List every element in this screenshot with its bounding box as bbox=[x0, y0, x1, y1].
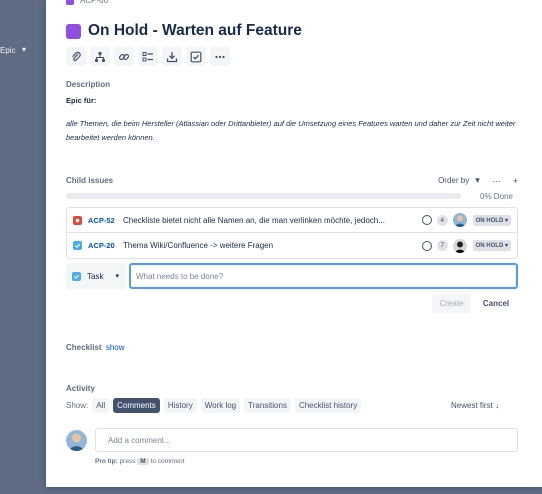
bug-icon bbox=[73, 215, 82, 225]
status-label: ON HOLD bbox=[475, 217, 504, 224]
checklist-template-button[interactable] bbox=[138, 47, 158, 66]
status-badge[interactable]: ON HOLD ▾ bbox=[472, 240, 511, 251]
export-button[interactable] bbox=[162, 47, 182, 66]
checklist-section: Checklist show bbox=[66, 343, 125, 352]
child-issues-header: Child issues Order by ▾ ··· + bbox=[66, 175, 518, 186]
issue-toolbar bbox=[66, 47, 230, 66]
avatar[interactable] bbox=[452, 238, 467, 253]
chevron-down-icon[interactable]: ▾ bbox=[475, 175, 480, 186]
estimate-badge: 7 bbox=[436, 240, 448, 251]
table-row[interactable]: ACP-52 Checkliste bietet nicht alle Name… bbox=[67, 208, 517, 233]
breadcrumb: ACP-60 bbox=[66, 0, 108, 5]
description-heading[interactable]: Epic für: bbox=[66, 96, 96, 105]
chevron-down-icon[interactable]: ▾ bbox=[22, 45, 26, 54]
add-child-issue-button[interactable] bbox=[90, 47, 110, 66]
avatar[interactable] bbox=[452, 213, 467, 227]
issue-summary[interactable]: Checkliste bietet nicht alle Namen an, d… bbox=[123, 216, 422, 225]
create-button[interactable]: Create bbox=[432, 294, 471, 313]
protip-suffix: to comment bbox=[150, 458, 185, 465]
attach-icon bbox=[72, 51, 81, 61]
activity-label: Activity bbox=[66, 384, 95, 393]
activity-filter-bar: Show: All Comments History Work log Tran… bbox=[66, 398, 362, 413]
description-label: Description bbox=[66, 80, 111, 89]
page-title[interactable]: On Hold - Warten auf Feature bbox=[88, 22, 302, 40]
issue-key-link[interactable]: ACP-52 bbox=[88, 216, 123, 225]
checklist-template-icon bbox=[142, 51, 153, 61]
attach-button[interactable] bbox=[66, 47, 86, 66]
priority-icon bbox=[421, 215, 432, 225]
new-child-summary-input[interactable] bbox=[129, 263, 518, 289]
create-child-row: Task ▾ bbox=[66, 263, 518, 289]
order-by-button[interactable]: Order by bbox=[438, 176, 469, 185]
status-label: ON HOLD bbox=[475, 243, 504, 249]
child-issue-icon bbox=[94, 51, 106, 62]
issue-type-select[interactable]: Task ▾ bbox=[66, 263, 126, 289]
epic-type-icon bbox=[66, 0, 74, 5]
issue-key-link[interactable]: ACP-20 bbox=[88, 241, 123, 250]
pro-tip: Pro tip: press M to comment bbox=[95, 458, 184, 465]
add-comment-input[interactable]: Add a comment... bbox=[95, 428, 518, 452]
checklist-button[interactable] bbox=[186, 47, 206, 66]
show-label: Show: bbox=[66, 401, 89, 410]
protip-prefix: Pro tip: bbox=[95, 458, 118, 465]
epic-dropdown-label[interactable]: Epic bbox=[0, 46, 16, 55]
issue-title-row: On Hold - Warten auf Feature bbox=[66, 22, 302, 40]
issue-type-label: Task bbox=[87, 271, 104, 281]
checklist-label: Checklist bbox=[66, 343, 102, 352]
keyboard-shortcut-badge: M bbox=[137, 458, 149, 465]
link-icon bbox=[118, 53, 130, 60]
issue-key-link[interactable]: ACP-60 bbox=[80, 0, 108, 5]
progress-bar bbox=[66, 193, 461, 199]
task-icon bbox=[73, 241, 82, 250]
epic-icon bbox=[66, 23, 81, 39]
cancel-button[interactable]: Cancel bbox=[476, 294, 516, 313]
more-icon bbox=[215, 55, 225, 58]
child-issues-label: Child issues bbox=[66, 176, 114, 185]
more-actions-button[interactable] bbox=[210, 47, 230, 66]
issue-dialog: ACP-60 On Hold - Warten auf Feature Desc… bbox=[46, 0, 542, 487]
download-icon bbox=[166, 51, 178, 62]
estimate-badge: 4 bbox=[436, 214, 448, 226]
table-row[interactable]: ACP-20 Thema Wiki/Confluence -> weitere … bbox=[67, 233, 517, 258]
child-issue-list: ACP-52 Checkliste bietet nicht alle Name… bbox=[66, 207, 518, 259]
status-badge[interactable]: ON HOLD ▾ bbox=[472, 214, 511, 226]
filter-transitions[interactable]: Transitions bbox=[244, 398, 291, 413]
protip-press: press bbox=[119, 458, 136, 465]
issue-summary[interactable]: Thema Wiki/Confluence -> weitere Fragen bbox=[123, 241, 422, 250]
filter-all[interactable]: All bbox=[92, 398, 110, 413]
filter-history[interactable]: History bbox=[163, 398, 197, 413]
sort-order-button[interactable]: Newest first ↓ bbox=[451, 401, 499, 410]
add-icon[interactable]: + bbox=[513, 176, 518, 186]
avatar bbox=[66, 430, 87, 451]
chevron-down-icon: ▾ bbox=[504, 217, 508, 224]
link-issue-button[interactable] bbox=[114, 47, 134, 66]
description-text[interactable]: alle Themen, die beim Hersteller (Atlass… bbox=[66, 117, 516, 145]
chevron-down-icon: ▾ bbox=[504, 243, 508, 249]
filter-work-log[interactable]: Work log bbox=[200, 398, 241, 413]
chevron-down-icon: ▾ bbox=[115, 273, 119, 280]
checklist-show-link[interactable]: show bbox=[106, 343, 125, 352]
progress-text: 0% Done bbox=[480, 192, 513, 201]
more-icon[interactable]: ··· bbox=[492, 176, 501, 186]
filter-checklist-history[interactable]: Checklist history bbox=[294, 398, 362, 413]
priority-icon bbox=[421, 240, 432, 251]
filter-comments[interactable]: Comments bbox=[113, 398, 160, 413]
checkbox-icon bbox=[190, 51, 202, 62]
task-icon bbox=[72, 271, 81, 281]
